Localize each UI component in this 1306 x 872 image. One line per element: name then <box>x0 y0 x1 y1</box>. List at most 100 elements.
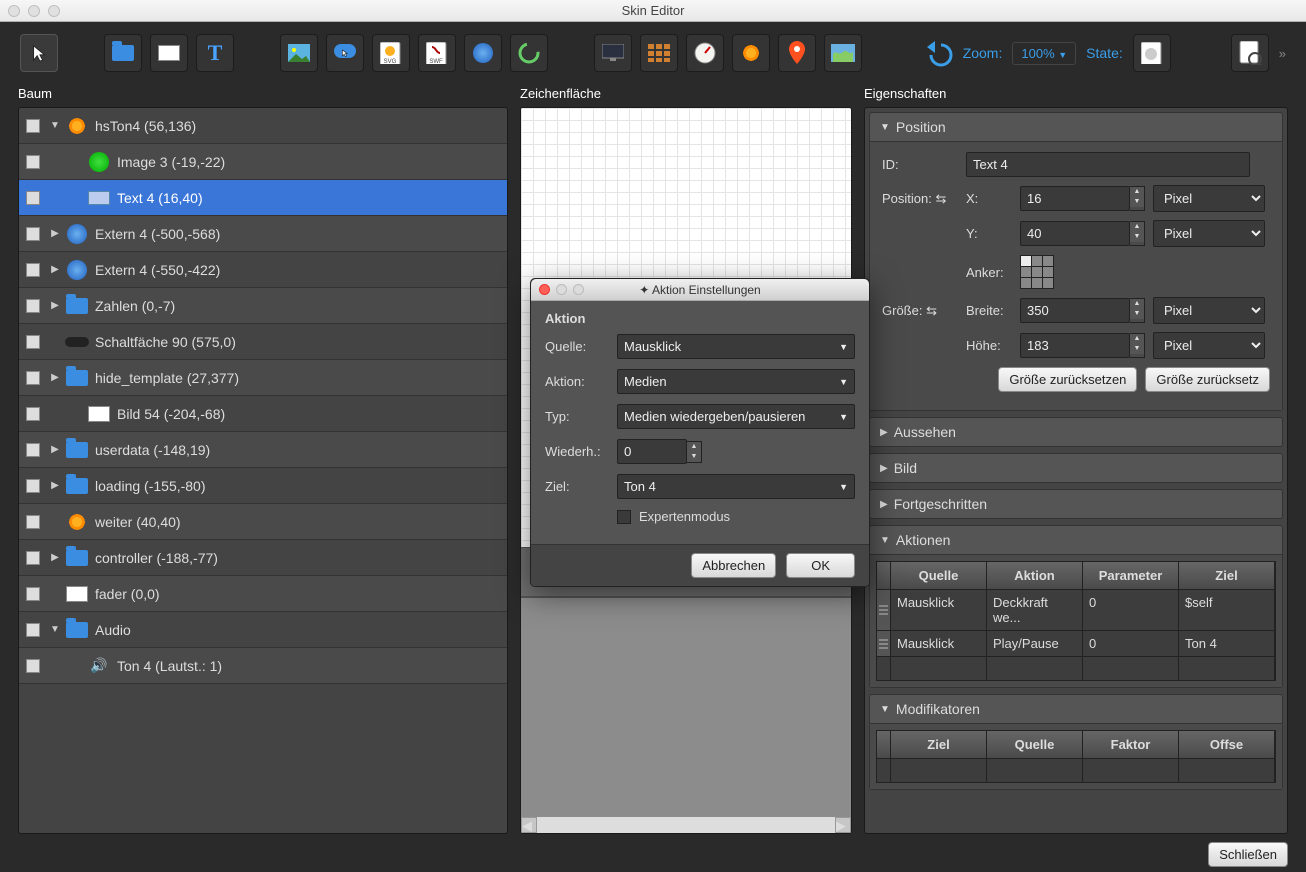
container-tool[interactable] <box>104 34 142 72</box>
map-tool[interactable] <box>824 34 862 72</box>
tree-row[interactable]: ▼Audio <box>19 612 507 648</box>
tree-checkbox[interactable] <box>26 407 40 421</box>
breite-input[interactable] <box>1020 298 1130 323</box>
tree-row[interactable]: fader (0,0) <box>19 576 507 612</box>
tree-row[interactable]: ▶hide_template (27,377) <box>19 360 507 396</box>
tree-row[interactable]: ▶Zahlen (0,-7) <box>19 288 507 324</box>
acc-modifikatoren-header[interactable]: ▼Modifikatoren <box>870 695 1282 723</box>
tree-checkbox[interactable] <box>26 119 40 133</box>
minimize-window-button[interactable] <box>28 5 40 17</box>
reset-size-button[interactable]: Größe zurücksetzen <box>998 367 1137 392</box>
x-spinner[interactable]: ▲▼ <box>1130 186 1145 211</box>
button-tool[interactable] <box>326 34 364 72</box>
tree-row[interactable]: ▶userdata (-148,19) <box>19 432 507 468</box>
gauge-tool[interactable] <box>686 34 724 72</box>
dialog-ok-button[interactable]: OK <box>786 553 855 578</box>
x-input[interactable] <box>1020 186 1130 211</box>
aktion-select[interactable]: Medien▼ <box>617 369 855 394</box>
y-input[interactable] <box>1020 221 1130 246</box>
node-link-tool[interactable] <box>464 34 502 72</box>
text-tool[interactable]: T <box>196 34 234 72</box>
wiederh-input[interactable] <box>617 439 687 464</box>
tree-expand-icon[interactable]: ▶ <box>47 264 63 275</box>
undo-icon[interactable] <box>921 39 953 67</box>
preview-tool[interactable] <box>1231 34 1269 72</box>
swf-tool[interactable]: SWF <box>418 34 456 72</box>
tree-checkbox[interactable] <box>26 227 40 241</box>
tree-expand-icon[interactable]: ▶ <box>47 480 63 491</box>
acc-bild-header[interactable]: ▶Bild <box>870 454 1282 482</box>
x-unit[interactable]: Pixel <box>1153 185 1265 212</box>
acc-aktionen-header[interactable]: ▼Aktionen <box>870 526 1282 554</box>
hotspot-tool[interactable] <box>732 34 770 72</box>
tree-expand-icon[interactable]: ▶ <box>47 444 63 455</box>
close-button[interactable]: Schließen <box>1208 842 1288 867</box>
actions-table[interactable]: QuelleAktionParameterZielMausklickDeckkr… <box>876 561 1276 681</box>
screen-tool[interactable] <box>594 34 632 72</box>
dialog-cancel-button[interactable]: Abbrechen <box>691 553 776 578</box>
tree-expand-icon[interactable]: ▶ <box>47 372 63 383</box>
tree-checkbox[interactable] <box>26 191 40 205</box>
breite-spinner[interactable]: ▲▼ <box>1130 298 1145 323</box>
ziel-select[interactable]: Ton 4▼ <box>617 474 855 499</box>
tree-expand-icon[interactable]: ▶ <box>47 552 63 563</box>
tree-row[interactable]: weiter (40,40) <box>19 504 507 540</box>
tree-row[interactable]: ▶loading (-155,-80) <box>19 468 507 504</box>
dialog-titlebar[interactable]: ✦ Aktion Einstellungen <box>531 279 869 301</box>
tree-row[interactable]: ▶controller (-188,-77) <box>19 540 507 576</box>
zoom-window-button[interactable] <box>48 5 60 17</box>
tree-checkbox[interactable] <box>26 371 40 385</box>
tree-checkbox[interactable] <box>26 443 40 457</box>
wiederh-spinner[interactable]: ▲▼ <box>687 441 702 463</box>
state-tool[interactable] <box>1133 34 1171 72</box>
spinner-tool[interactable] <box>510 34 548 72</box>
tree-checkbox[interactable] <box>26 551 40 565</box>
tree-row[interactable]: Schaltfäche 90 (575,0) <box>19 324 507 360</box>
svg-tool[interactable]: SVG <box>372 34 410 72</box>
acc-position-header[interactable]: ▼Position <box>870 113 1282 141</box>
hoehe-unit[interactable]: Pixel <box>1153 332 1265 359</box>
marker-tool[interactable] <box>778 34 816 72</box>
table-row[interactable]: MausklickDeckkraft we...0$self <box>877 589 1275 630</box>
tree-row[interactable]: Text 4 (16,40) <box>19 180 507 216</box>
image-tool[interactable] <box>280 34 318 72</box>
acc-fortgeschritten-header[interactable]: ▶Fortgeschritten <box>870 490 1282 518</box>
canvas-h-scrollbar[interactable]: ◀▶ <box>521 817 851 833</box>
modifiers-table[interactable]: ZielQuelleFaktorOffse <box>876 730 1276 783</box>
tree-expand-icon[interactable]: ▶ <box>47 228 63 239</box>
id-input[interactable] <box>966 152 1250 177</box>
tree-checkbox[interactable] <box>26 155 40 169</box>
grid-tool[interactable] <box>640 34 678 72</box>
tree-row[interactable]: 🔊Ton 4 (Lautst.: 1) <box>19 648 507 684</box>
y-spinner[interactable]: ▲▼ <box>1130 221 1145 246</box>
tree-checkbox[interactable] <box>26 335 40 349</box>
y-unit[interactable]: Pixel <box>1153 220 1265 247</box>
hoehe-input[interactable] <box>1020 333 1130 358</box>
tree-checkbox[interactable] <box>26 659 40 673</box>
anchor-picker[interactable] <box>1020 255 1054 289</box>
rectangle-tool[interactable] <box>150 34 188 72</box>
tree-expand-icon[interactable]: ▼ <box>47 120 63 131</box>
tree-checkbox[interactable] <box>26 479 40 493</box>
tree-expand-icon[interactable]: ▶ <box>47 300 63 311</box>
tree-row[interactable]: Bild 54 (-204,-68) <box>19 396 507 432</box>
tree-row[interactable]: Image 3 (-19,-22) <box>19 144 507 180</box>
tree-row[interactable]: ▶Extern 4 (-500,-568) <box>19 216 507 252</box>
tree-checkbox[interactable] <box>26 587 40 601</box>
drag-handle-icon[interactable] <box>877 589 891 630</box>
tree-checkbox[interactable] <box>26 263 40 277</box>
table-row[interactable]: MausklickPlay/Pause0Ton 4 <box>877 630 1275 656</box>
tree-checkbox[interactable] <box>26 299 40 313</box>
tree-checkbox[interactable] <box>26 623 40 637</box>
zoom-select[interactable]: 100% ▼ <box>1012 42 1076 65</box>
quelle-select[interactable]: Mausklick▼ <box>617 334 855 359</box>
close-window-button[interactable] <box>8 5 20 17</box>
tree-checkbox[interactable] <box>26 515 40 529</box>
drag-handle-icon[interactable] <box>877 630 891 656</box>
reset-size-button-2[interactable]: Größe zurücksetz <box>1145 367 1270 392</box>
expert-checkbox[interactable] <box>617 510 631 524</box>
tree-row[interactable]: ▶Extern 4 (-550,-422) <box>19 252 507 288</box>
breite-unit[interactable]: Pixel <box>1153 297 1265 324</box>
tree-expand-icon[interactable]: ▼ <box>47 624 63 635</box>
typ-select[interactable]: Medien wiedergeben/pausieren▼ <box>617 404 855 429</box>
